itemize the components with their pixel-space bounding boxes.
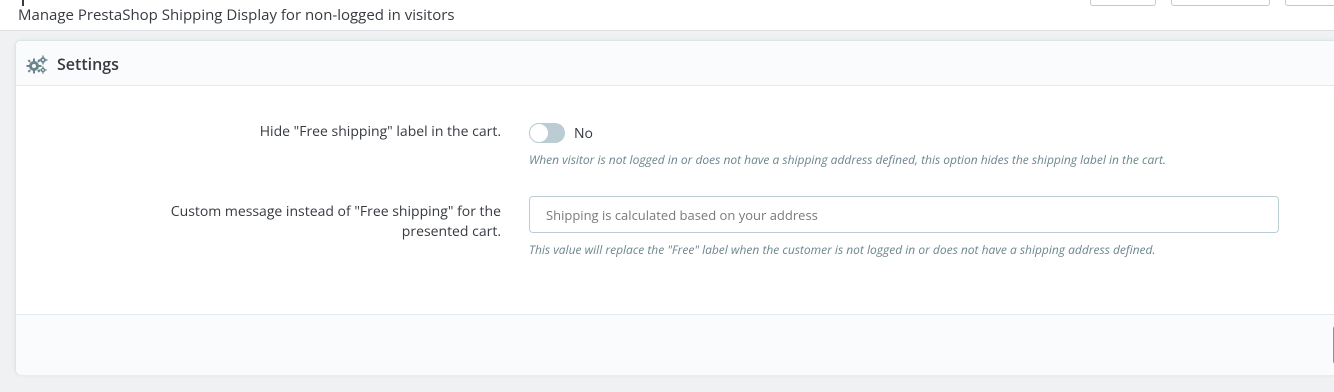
toggle-state-label: No <box>574 124 593 143</box>
toggle-knob <box>529 123 549 143</box>
panel-heading: Settings <box>16 41 1334 86</box>
gears-icon <box>26 55 48 74</box>
custom-message-label-line1: Custom message instead of "Free shipping… <box>170 202 501 221</box>
hide-free-shipping-help: When visitor is not logged in or does no… <box>529 151 1166 168</box>
toolbar-button-3[interactable] <box>1285 0 1334 6</box>
hide-free-shipping-toggle[interactable] <box>529 123 565 143</box>
hide-free-shipping-label: Hide "Free shipping" label in the cart. <box>259 122 501 141</box>
custom-message-label-line2: presented cart. <box>401 222 501 241</box>
custom-message-label: Custom message instead of "Free shipping… <box>171 202 501 242</box>
page-header: Manage PrestaShop Shipping Display for n… <box>0 0 1334 31</box>
panel-footer <box>16 314 1334 375</box>
settings-panel: Settings Hide "Free shipping" label in t… <box>15 40 1334 375</box>
custom-message-help: This value will replace the "Free" label… <box>529 241 1156 258</box>
toolbar-button-1[interactable] <box>1090 0 1156 6</box>
panel-title: Settings <box>57 53 119 75</box>
toolbar-button-2[interactable] <box>1171 0 1270 6</box>
custom-message-input[interactable] <box>529 196 1279 233</box>
page-subtitle: Manage PrestaShop Shipping Display for n… <box>18 5 455 25</box>
